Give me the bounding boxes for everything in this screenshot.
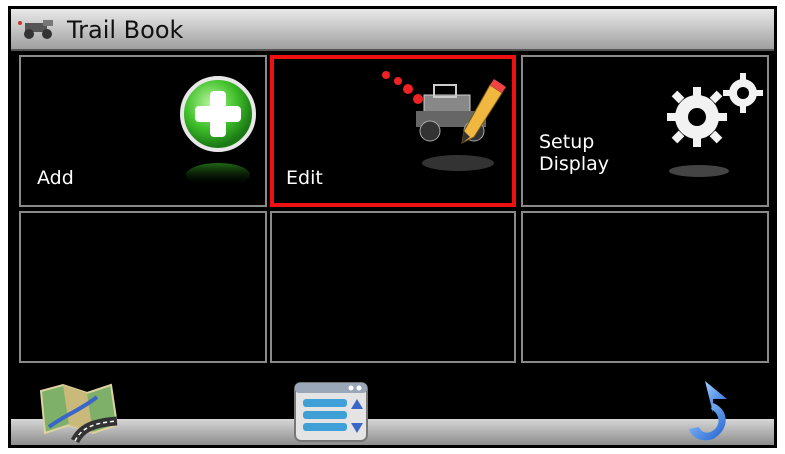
list-menu-icon[interactable] <box>293 381 369 443</box>
setup-label-line1: Setup <box>539 131 595 153</box>
title-bar: Trail Book <box>11 9 774 51</box>
bottom-bar <box>11 367 774 445</box>
setup-display-tile[interactable]: Setup Display <box>521 55 769 207</box>
empty-tile-1[interactable] <box>19 211 267 363</box>
edit-jeep-icon <box>382 71 506 171</box>
back-arrow-icon[interactable] <box>683 379 737 445</box>
page-title: Trail Book <box>67 16 184 44</box>
add-label: Add <box>37 167 74 189</box>
add-tile[interactable]: Add <box>19 55 267 207</box>
edit-tile[interactable]: Edit <box>270 55 516 207</box>
edit-label: Edit <box>286 167 323 189</box>
bottom-strip <box>11 419 774 445</box>
map-icon[interactable] <box>35 381 121 443</box>
app-window: Trail Book Add Edit Setup Display <box>8 6 777 448</box>
setup-label-line2: Display <box>539 153 610 175</box>
setup-display-label: Setup Display <box>539 131 609 175</box>
gears-icon <box>667 73 763 177</box>
empty-tile-3[interactable] <box>521 211 769 363</box>
menu-grid: Add Edit Setup Display <box>11 53 774 363</box>
plus-icon <box>180 76 256 187</box>
empty-tile-2[interactable] <box>270 211 516 363</box>
jeep-icon <box>18 20 53 39</box>
